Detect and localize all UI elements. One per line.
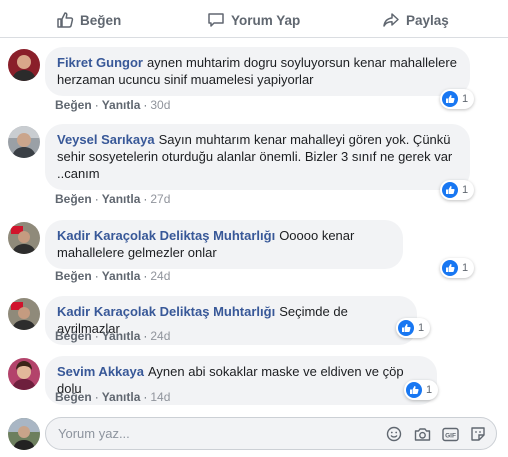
- comment-like-link[interactable]: Beğen: [55, 192, 92, 206]
- comment-reply-link[interactable]: Yanıtla: [102, 192, 141, 206]
- reaction-number: 1: [462, 184, 469, 196]
- like-reaction-icon: [442, 91, 458, 107]
- thumbs-up-icon: [57, 12, 74, 28]
- comment-label: Yorum Yap: [231, 12, 301, 28]
- reaction-count[interactable]: 1: [404, 380, 439, 400]
- comment-input-placeholder: Yorum yaz...: [58, 426, 130, 441]
- reaction-number: 1: [462, 262, 469, 274]
- reaction-count[interactable]: 1: [440, 258, 475, 278]
- meta-separator: ·: [143, 390, 148, 404]
- reaction-number: 1: [426, 384, 433, 396]
- comment-meta: Beğen · Yanıtla · 27d: [55, 192, 170, 206]
- comment-timestamp[interactable]: 14d: [150, 390, 170, 404]
- meta-separator: ·: [143, 329, 148, 343]
- comment-composer: Yorum yaz... GIF: [0, 414, 508, 454]
- share-icon: [383, 13, 399, 27]
- comment-timestamp[interactable]: 24d: [150, 329, 170, 343]
- comment-author[interactable]: Veysel Sarıkaya: [57, 132, 155, 147]
- meta-separator: ·: [143, 269, 148, 283]
- composer-tools: GIF: [376, 425, 488, 443]
- comment-bubble: Fikret Gungor aynen muhtarim dogru soyluy…: [45, 47, 470, 96]
- comment-reply-link[interactable]: Yanıtla: [102, 390, 141, 404]
- meta-separator: ·: [94, 98, 99, 112]
- like-reaction-icon: [442, 182, 458, 198]
- meta-separator: ·: [94, 329, 99, 343]
- like-reaction-icon: [406, 382, 422, 398]
- comment-meta: Beğen · Yanıtla · 30d: [55, 98, 170, 112]
- avatar[interactable]: [8, 298, 40, 330]
- sticker-icon[interactable]: [468, 425, 488, 443]
- reaction-count[interactable]: 1: [440, 180, 475, 200]
- comment-timestamp[interactable]: 27d: [150, 192, 170, 206]
- avatar[interactable]: [8, 358, 40, 390]
- comment-timestamp[interactable]: 30d: [150, 98, 170, 112]
- reaction-number: 1: [418, 322, 425, 334]
- like-button[interactable]: Beğen: [56, 9, 121, 31]
- avatar[interactable]: [8, 126, 40, 158]
- comment-input[interactable]: Yorum yaz... GIF: [45, 417, 497, 450]
- meta-separator: ·: [143, 192, 148, 206]
- comment-author[interactable]: Fikret Gungor: [57, 55, 143, 70]
- comment-author[interactable]: Sevim Akkaya: [57, 364, 144, 379]
- meta-separator: ·: [94, 390, 99, 404]
- comment-like-link[interactable]: Beğen: [55, 329, 92, 343]
- comment-timestamp[interactable]: 24d: [150, 269, 170, 283]
- comment-reply-link[interactable]: Yanıtla: [102, 98, 141, 112]
- comment-meta: Beğen · Yanıtla · 24d: [55, 329, 170, 343]
- like-reaction-icon: [398, 320, 414, 336]
- share-label: Paylaş: [406, 12, 449, 28]
- comment-author[interactable]: Kadir Karaçolak Deliktaş Muhtarlığı: [57, 304, 275, 319]
- comment-like-link[interactable]: Beğen: [55, 98, 92, 112]
- meta-separator: ·: [94, 269, 99, 283]
- comment-meta: Beğen · Yanıtla · 24d: [55, 269, 170, 283]
- meta-separator: ·: [94, 192, 99, 206]
- comment-reply-link[interactable]: Yanıtla: [102, 329, 141, 343]
- gif-icon[interactable]: GIF: [440, 425, 460, 443]
- avatar[interactable]: [8, 222, 40, 254]
- avatar[interactable]: [8, 49, 40, 81]
- comment-like-link[interactable]: Beğen: [55, 390, 92, 404]
- reaction-count[interactable]: 1: [440, 89, 475, 109]
- like-label: Beğen: [80, 12, 122, 28]
- post-action-bar: Beğen Yorum Yap Paylaş: [0, 0, 508, 38]
- reaction-count[interactable]: 1: [396, 318, 431, 338]
- reaction-number: 1: [462, 93, 469, 105]
- meta-separator: ·: [143, 98, 148, 112]
- emoji-icon[interactable]: [384, 425, 404, 443]
- like-reaction-icon: [442, 260, 458, 276]
- svg-text:GIF: GIF: [445, 432, 456, 439]
- comment-meta: Beğen · Yanıtla · 14d: [55, 390, 170, 404]
- comment-reply-link[interactable]: Yanıtla: [102, 269, 141, 283]
- comment-bubble: Veysel Sarıkaya Sayın muhtarım kenar maha…: [45, 124, 470, 190]
- share-button[interactable]: Paylaş: [382, 9, 449, 31]
- avatar: [8, 418, 40, 450]
- comment-button[interactable]: Yorum Yap: [207, 9, 300, 31]
- comment-bubble: Kadir Karaçolak Deliktaş Muhtarlığı Ooooo…: [45, 220, 403, 269]
- comment-author[interactable]: Kadir Karaçolak Deliktaş Muhtarlığı: [57, 228, 275, 243]
- comment-like-link[interactable]: Beğen: [55, 269, 92, 283]
- comment-icon: [208, 13, 224, 27]
- camera-icon[interactable]: [412, 425, 432, 443]
